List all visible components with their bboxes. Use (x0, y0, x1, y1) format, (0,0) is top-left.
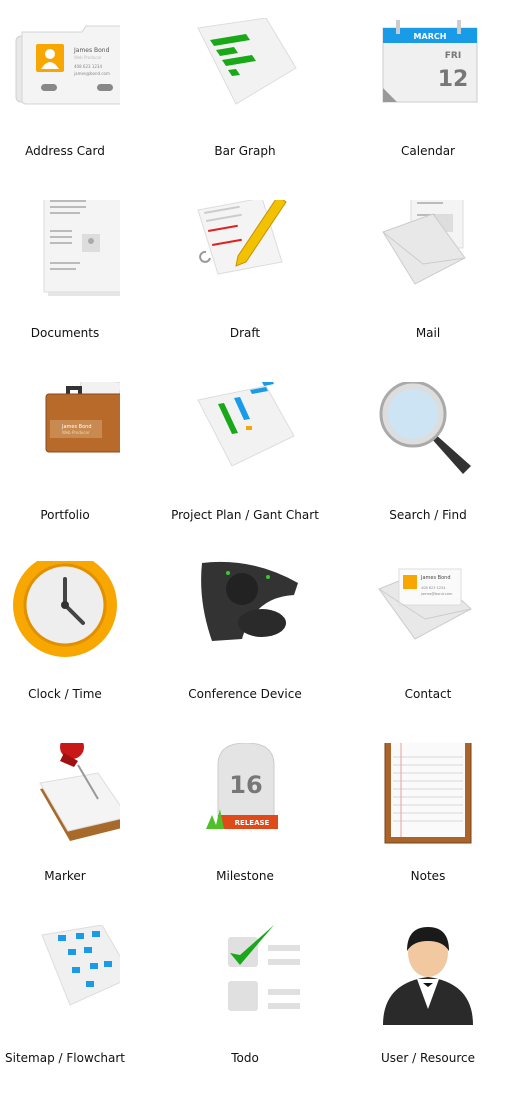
clock-icon (13, 561, 117, 657)
card-name: James Bond (420, 575, 451, 581)
milestone-tag: RELEASE (235, 819, 270, 827)
clipboard-icon (384, 743, 472, 844)
user-icon (383, 927, 473, 1025)
icon-documents[interactable]: Documents (0, 200, 150, 370)
icon-milestone[interactable]: 16 RELEASE Milestone (160, 743, 330, 913)
icon-project-plan[interactable]: Project Plan / Gant Chart (160, 382, 330, 552)
icon-address-card[interactable]: James Bond Web Producer 408 623 1234 jam… (0, 18, 150, 188)
address-card-icon: James Bond Web Producer 408 623 1234 jam… (15, 25, 120, 105)
calendar-weekday: FRI (445, 51, 461, 61)
bar-graph-icon (197, 18, 297, 105)
mail-icon (382, 200, 466, 285)
icon-label: Calendar (401, 144, 455, 158)
calendar-month: MARCH (414, 32, 447, 41)
icon-notes[interactable]: Notes (343, 743, 513, 913)
icon-label: Bar Graph (214, 144, 276, 158)
icon-calendar[interactable]: MARCH FRI 12 Calendar (343, 18, 513, 188)
icon-label: Project Plan / Gant Chart (171, 508, 319, 522)
card-title: Web Producer (62, 430, 90, 435)
conference-device-icon (201, 561, 298, 641)
calendar-day: 12 (438, 67, 469, 92)
card-email: james@bond.com (73, 71, 110, 76)
icon-label: Contact (404, 687, 452, 701)
card-email: james@bond.com (420, 592, 453, 596)
icon-label: Search / Find (389, 508, 467, 522)
icon-label: Documents (30, 326, 100, 340)
card-name: James Bond (73, 47, 110, 54)
card-phone: 408 623 1234 (74, 64, 102, 69)
draft-icon (197, 200, 287, 275)
magnifier-icon (379, 382, 471, 474)
pushpin-icon (39, 743, 120, 841)
icon-label: Portfolio (40, 508, 90, 522)
icon-sitemap[interactable]: Sitemap / Flowchart (0, 925, 150, 1095)
milestone-icon: 16 RELEASE (206, 743, 278, 829)
todo-checklist-icon (228, 925, 300, 1011)
contact-icon: James Bond 408 623 1234 james@bond.com (378, 568, 472, 640)
icon-conference-device[interactable]: Conference Device (160, 561, 330, 731)
icon-label: Notes (410, 869, 446, 883)
icon-label: Draft (229, 326, 261, 340)
icon-label: Sitemap / Flowchart (5, 1051, 125, 1065)
icon-label: Mail (415, 326, 441, 340)
icon-portfolio[interactable]: James Bond Web Producer Portfolio (0, 382, 150, 552)
icon-user[interactable]: User / Resource (343, 925, 513, 1095)
icon-clock[interactable]: Clock / Time (0, 561, 150, 731)
card-phone: 408 623 1234 (421, 586, 446, 590)
card-title: Web Producer (74, 55, 102, 60)
icon-draft[interactable]: Draft (160, 200, 330, 370)
sitemap-icon (41, 925, 120, 1006)
icon-label: Milestone (216, 869, 274, 883)
icon-bar-graph[interactable]: Bar Graph (160, 18, 330, 188)
milestone-number: 16 (229, 771, 262, 799)
icon-label: Address Card (25, 144, 105, 158)
icon-marker[interactable]: Marker (0, 743, 150, 913)
icon-todo[interactable]: Todo (160, 925, 330, 1095)
icon-search[interactable]: Search / Find (343, 382, 513, 552)
icon-label: Todo (231, 1051, 259, 1065)
calendar-icon: MARCH FRI 12 (382, 20, 478, 103)
icon-label: Marker (44, 869, 86, 883)
documents-icon (43, 200, 120, 296)
icon-label: User / Resource (380, 1051, 476, 1065)
icon-label: Conference Device (188, 687, 302, 701)
icon-label: Clock / Time (28, 687, 102, 701)
icon-contact[interactable]: James Bond 408 623 1234 james@bond.com C… (343, 561, 513, 731)
gantt-chart-icon (197, 382, 295, 467)
portfolio-icon: James Bond Web Producer (45, 382, 120, 453)
icon-mail[interactable]: Mail (343, 200, 513, 370)
